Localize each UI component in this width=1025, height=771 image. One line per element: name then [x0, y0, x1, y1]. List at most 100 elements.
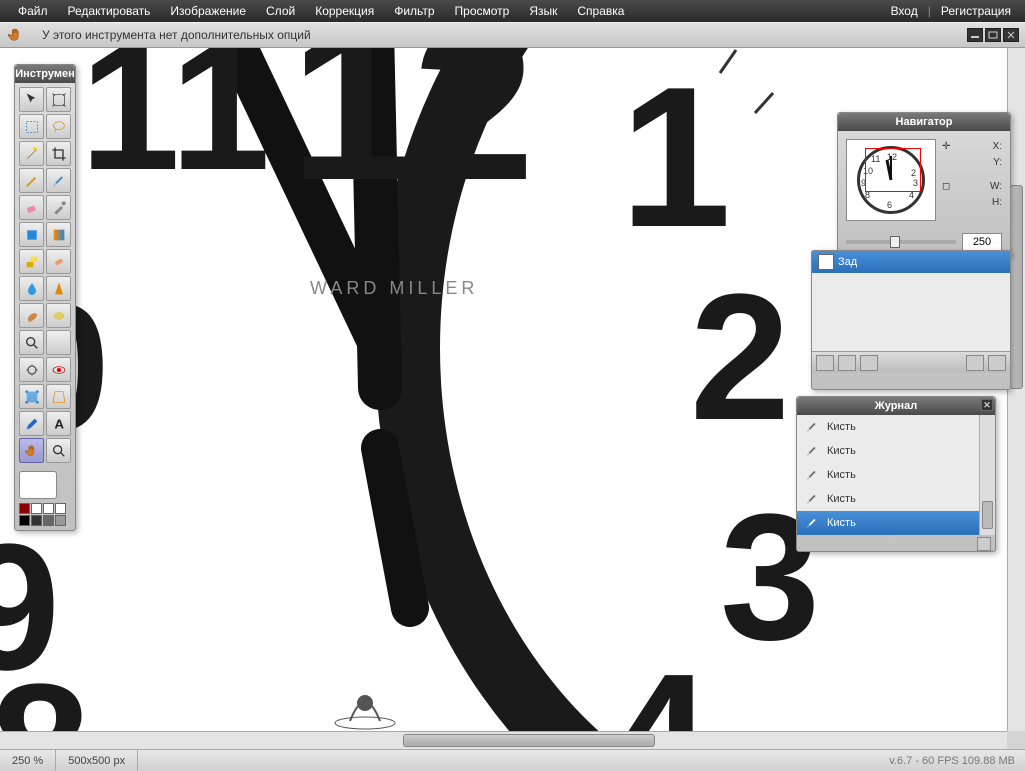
navigator-thumbnail[interactable]: 12 2 3 4 6 8 9 10 11 [846, 139, 936, 221]
foreground-color[interactable] [19, 471, 57, 499]
sharpen-tool[interactable] [46, 276, 71, 301]
brush-tool[interactable] [46, 168, 71, 193]
history-scroll-thumb[interactable] [982, 501, 993, 529]
menu-view[interactable]: Просмотр [445, 4, 520, 18]
brush-icon [805, 492, 819, 506]
menu-layer[interactable]: Слой [256, 4, 305, 18]
accuwave-logo-icon [330, 673, 400, 733]
brush-icon [805, 444, 819, 458]
eraser-tool[interactable] [19, 195, 44, 220]
redeye-tool[interactable] [46, 357, 71, 382]
hscroll-thumb[interactable] [403, 734, 655, 747]
swatch-color[interactable] [19, 515, 30, 526]
smudge-tool[interactable] [19, 303, 44, 328]
hand-tool-icon [6, 25, 26, 45]
eyedropper-tool[interactable] [19, 411, 44, 436]
airbrush-tool[interactable] [46, 195, 71, 220]
login-link[interactable]: Вход [885, 4, 924, 18]
toolbox-title[interactable]: Инструмен [15, 65, 75, 83]
vscroll-thumb[interactable] [1010, 185, 1023, 390]
toolbox-panel: Инструмен A [14, 64, 76, 531]
lasso-tool[interactable] [46, 114, 71, 139]
marquee-tool[interactable] [19, 114, 44, 139]
sponge-tool[interactable] [46, 303, 71, 328]
swatch-color[interactable] [31, 515, 42, 526]
measure-tool[interactable] [46, 330, 71, 355]
layer-new-button[interactable] [966, 355, 984, 371]
zoom-value-input[interactable] [962, 233, 1002, 251]
history-item[interactable]: Кисть [797, 511, 995, 535]
register-link[interactable]: Регистрация [935, 4, 1017, 18]
layer-delete-button[interactable] [988, 355, 1006, 371]
layers-tab-active[interactable]: Зад [812, 251, 863, 273]
history-item[interactable]: Кисть [797, 439, 995, 463]
color-swatches [15, 467, 75, 530]
zoom-slider-knob[interactable] [890, 236, 900, 248]
status-version: v.6.7 - 60 FPS 109.88 MB [889, 755, 1025, 767]
menu-edit[interactable]: Редактировать [58, 4, 161, 18]
close-button[interactable] [1003, 28, 1019, 42]
history-title[interactable]: Журнал ✕ [797, 397, 995, 415]
pencil-tool[interactable] [19, 168, 44, 193]
history-delete-button[interactable] [977, 537, 991, 551]
layers-list[interactable] [812, 273, 1010, 351]
layer-toggle-button[interactable] [816, 355, 834, 371]
numeral-2: 2 [690, 268, 790, 448]
history-list: КистьКистьКистьКистьКисть [797, 415, 995, 535]
layers-panel: Зад [811, 250, 1011, 390]
menu-language[interactable]: Язык [519, 4, 567, 18]
numeral-1: 1 [620, 58, 731, 258]
menu-help[interactable]: Справка [567, 4, 634, 18]
zoom-tool[interactable] [19, 330, 44, 355]
status-bar: 250 % 500x500 px v.6.7 - 60 FPS 109.88 M… [0, 749, 1025, 771]
gradient-tool[interactable] [46, 222, 71, 247]
maximize-button[interactable] [985, 28, 1001, 42]
history-item-label: Кисть [827, 493, 856, 505]
layer-fx-button[interactable] [860, 355, 878, 371]
brush-icon [805, 516, 819, 530]
text-tool[interactable]: A [46, 411, 71, 436]
transform-tool[interactable] [46, 87, 71, 112]
menu-file[interactable]: Файл [8, 4, 58, 18]
swatch-color[interactable] [43, 515, 54, 526]
history-close-button[interactable]: ✕ [981, 399, 993, 411]
history-scrollbar[interactable] [979, 415, 995, 535]
hand-tool[interactable] [19, 438, 44, 463]
swatch-color[interactable] [55, 503, 66, 514]
zoom-slider[interactable] [846, 240, 956, 244]
swatch-color[interactable] [19, 503, 30, 514]
swatch-color[interactable] [31, 503, 42, 514]
navigator-viewport-rect[interactable] [865, 148, 921, 192]
heal-tool[interactable] [46, 249, 71, 274]
horizontal-scrollbar[interactable] [0, 731, 1007, 749]
navigator-panel: Навигатор 12 2 3 4 6 8 9 10 11 [837, 112, 1011, 256]
blur-tool[interactable] [19, 276, 44, 301]
warp-tool[interactable] [19, 384, 44, 409]
layer-mask-button[interactable] [838, 355, 856, 371]
swatch-color[interactable] [43, 503, 54, 514]
numeral-11: 11 [80, 48, 270, 198]
history-item[interactable]: Кисть [797, 415, 995, 439]
swatch-color[interactable] [55, 515, 66, 526]
layers-tabs: Зад [812, 251, 1010, 273]
status-zoom[interactable]: 250 % [0, 750, 56, 771]
menu-filter[interactable]: Фильтр [384, 4, 444, 18]
search-tool[interactable] [46, 438, 71, 463]
history-item[interactable]: Кисть [797, 487, 995, 511]
menu-correction[interactable]: Коррекция [305, 4, 384, 18]
menu-image[interactable]: Изображение [160, 4, 256, 18]
minimize-button[interactable] [967, 28, 983, 42]
history-item[interactable]: Кисть [797, 463, 995, 487]
perspective-tool[interactable] [46, 384, 71, 409]
history-item-label: Кисть [827, 517, 856, 529]
wand-tool[interactable] [19, 141, 44, 166]
fill-tool[interactable] [19, 222, 44, 247]
crop-tool[interactable] [46, 141, 71, 166]
dodge-tool[interactable] [19, 357, 44, 382]
navigator-title[interactable]: Навигатор [838, 113, 1010, 131]
move-tool[interactable] [19, 87, 44, 112]
clone-tool[interactable] [19, 249, 44, 274]
navigator-info: ✛X: Y: ◻W: H: [942, 139, 1002, 221]
auth-separator: | [924, 4, 935, 18]
layer-thumb-icon [818, 254, 834, 270]
